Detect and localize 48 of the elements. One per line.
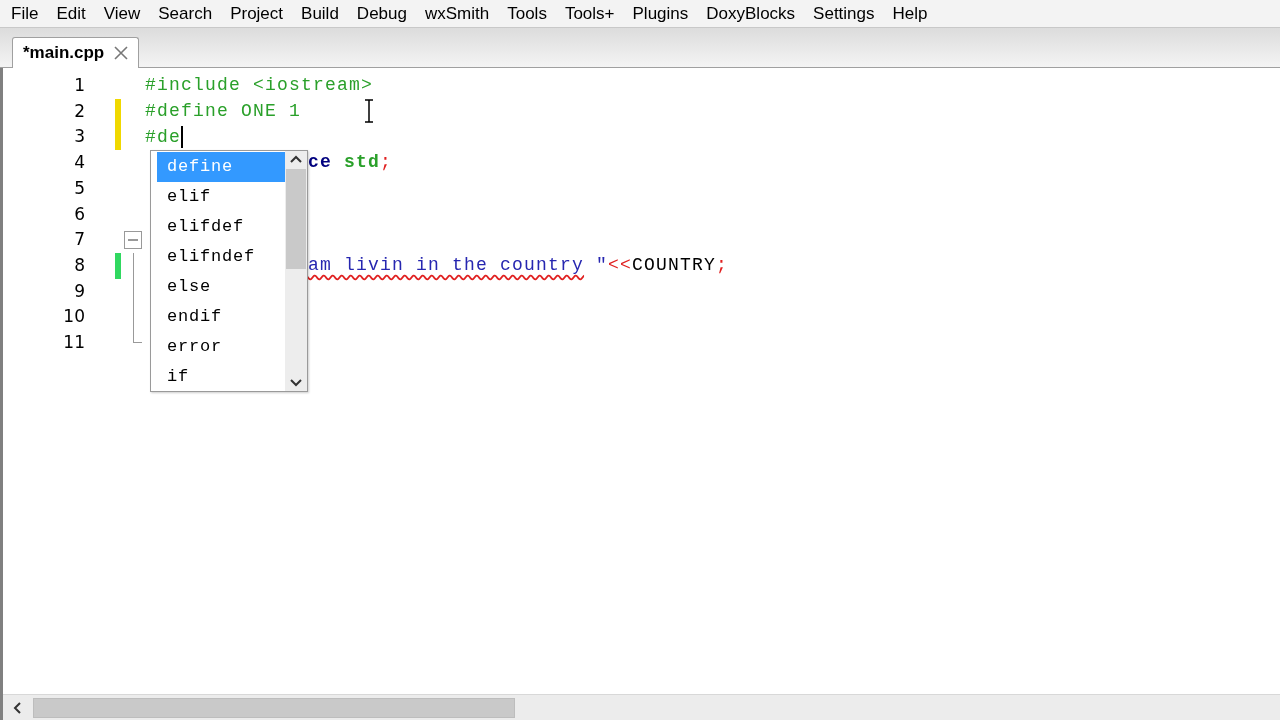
menu-item[interactable]: File [2, 0, 48, 27]
suggestion-item[interactable]: error [157, 332, 285, 362]
line-number: 4 [73, 151, 85, 175]
file-tab[interactable]: *main.cpp [12, 37, 140, 68]
menu-item[interactable]: Search [149, 0, 222, 27]
menu-item[interactable]: Settings [804, 0, 884, 27]
close-icon[interactable] [114, 46, 129, 60]
line-number: 5 [73, 176, 85, 200]
scroll-up-icon[interactable] [290, 155, 302, 163]
menu-item[interactable]: Plugins [623, 0, 698, 27]
menu-item[interactable]: View [94, 0, 150, 27]
line-number: 8 [73, 253, 85, 277]
code-text: #de [145, 125, 181, 149]
code-text: #define ONE 1 [145, 100, 302, 124]
line-number: 6 [73, 202, 85, 226]
menu-item[interactable]: Tools [498, 0, 556, 27]
code-text: #include <iostream> [145, 74, 374, 98]
scroll-down-icon[interactable] [290, 379, 302, 387]
line-number: 3 [73, 125, 85, 149]
menu-item[interactable]: Build [292, 0, 348, 27]
suggestion-item[interactable]: else [157, 272, 285, 302]
menu-item[interactable]: Edit [47, 0, 95, 27]
line-number: 2 [73, 99, 85, 123]
vertical-scrollbar[interactable] [285, 151, 307, 391]
suggestion-item[interactable]: endif [157, 302, 285, 332]
scrollbar-thumb[interactable] [33, 697, 515, 718]
scroll-left-icon[interactable] [13, 701, 23, 714]
suggestion-item[interactable]: elifdef [157, 212, 285, 242]
menu-item[interactable]: wxSmith [415, 0, 499, 27]
line-number: 7 [73, 228, 85, 252]
scrollbar-thumb[interactable] [286, 169, 306, 269]
line-number: 11 [62, 330, 85, 354]
code-text: ce std; [308, 151, 393, 175]
horizontal-scrollbar[interactable] [3, 694, 1280, 720]
code-text: am livin in the country "<<COUNTRY; [308, 254, 729, 278]
line-number: 9 [73, 279, 85, 303]
menu-item[interactable]: Help [883, 0, 937, 27]
suggestion-item[interactable]: elif [157, 182, 285, 212]
menu-item[interactable]: Debug [347, 0, 416, 27]
menu-item[interactable]: Tools+ [555, 0, 624, 27]
suggestion-item[interactable]: elifndef [157, 242, 285, 272]
menu-item[interactable]: Project [221, 0, 293, 27]
suggestion-item[interactable]: if [157, 362, 285, 392]
line-number: 1 [73, 74, 85, 98]
menu-item[interactable]: DoxyBlocks [697, 0, 805, 27]
line-number: 10 [62, 305, 85, 329]
text-cursor-icon [364, 99, 374, 123]
fold-toggle-icon[interactable] [124, 231, 142, 250]
